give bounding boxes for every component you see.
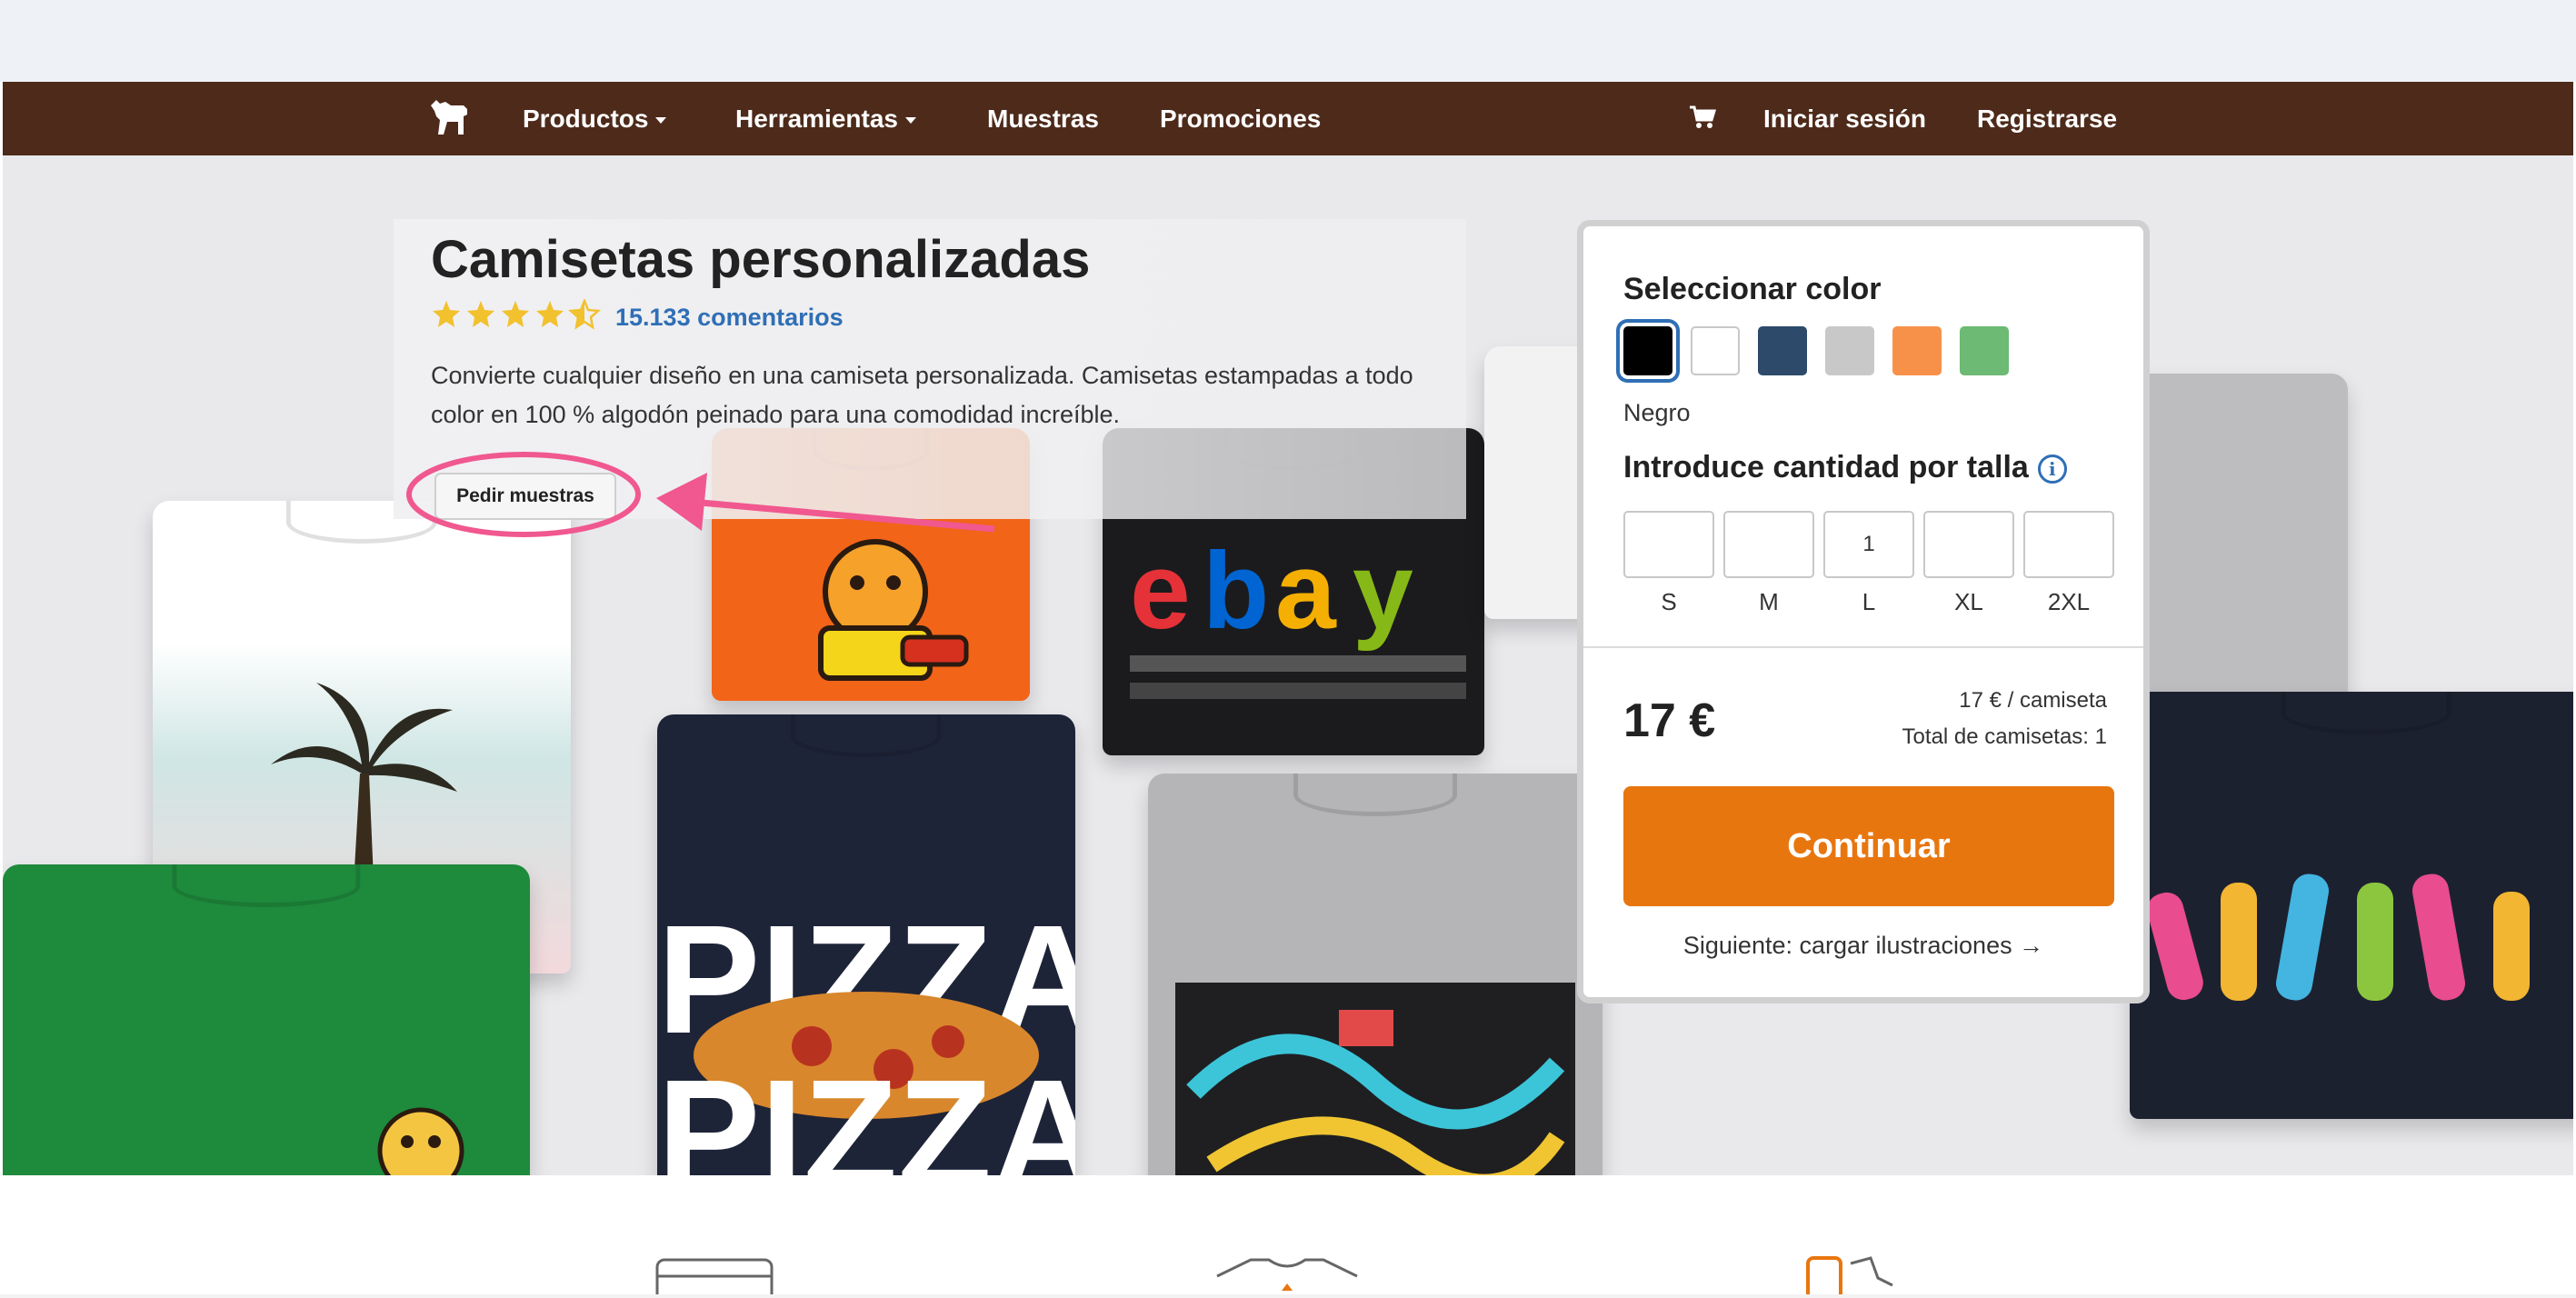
qty-input-xl[interactable] xyxy=(1923,511,2014,578)
login-link[interactable]: Iniciar sesión xyxy=(1763,82,1926,155)
card-icon xyxy=(655,1258,774,1298)
size-label-s: S xyxy=(1661,588,1677,615)
hero-banner: e b a y PIZZA PIZZA xyxy=(3,155,2573,1175)
swatch-white[interactable] xyxy=(1691,326,1740,375)
horse-logo-icon[interactable] xyxy=(427,96,471,138)
main-navbar: Productos Herramientas Muestras Promocio… xyxy=(3,82,2573,155)
qty-input-2xl[interactable] xyxy=(2023,511,2114,578)
footer-rule xyxy=(0,1294,2576,1298)
nav-productos-label: Productos xyxy=(523,105,649,133)
shirt-graffiti xyxy=(1148,774,1603,1175)
swatch-grey[interactable] xyxy=(1825,326,1874,375)
qty-input-m[interactable] xyxy=(1723,511,1814,578)
swatch-navy[interactable] xyxy=(1758,326,1807,375)
nav-muestras[interactable]: Muestras xyxy=(987,82,1099,155)
quantity-heading-text: Introduce cantidad por talla xyxy=(1623,450,2029,484)
price-total: 17 € xyxy=(1623,694,1716,747)
graffiti-graphic xyxy=(1175,983,1575,1175)
next-step-link[interactable]: Siguiente: cargar ilustraciones → xyxy=(1583,932,2143,960)
swatch-orange[interactable] xyxy=(1892,326,1942,375)
rating-stars-icon xyxy=(433,299,602,330)
size-label-xl: XL xyxy=(1954,588,1983,615)
svg-text:a: a xyxy=(1275,537,1337,652)
qty-input-s[interactable] xyxy=(1623,511,1714,578)
shirt-sprinkles xyxy=(2130,692,2573,1119)
pizza-graphic: PIZZA PIZZA xyxy=(657,896,1075,1175)
order-panel: Seleccionar color Negro Introduce cantid… xyxy=(1577,220,2150,1003)
register-link[interactable]: Registrarse xyxy=(1977,82,2117,155)
shirt-pizza: PIZZA PIZZA xyxy=(657,714,1075,1175)
select-color-heading: Seleccionar color xyxy=(1623,272,1882,306)
ebay-graphic: e b a y xyxy=(1130,537,1466,699)
continue-button[interactable]: Continuar xyxy=(1623,786,2114,906)
phone-icon xyxy=(1806,1256,1893,1298)
size-label-l: L xyxy=(1862,588,1876,615)
page-title: Camisetas personalizadas xyxy=(431,230,1091,289)
swatch-black[interactable] xyxy=(1623,326,1672,375)
selected-color-name: Negro xyxy=(1623,399,1691,426)
unit-price: 17 € / camiseta xyxy=(1959,688,2107,713)
svg-text:b: b xyxy=(1203,537,1269,652)
chevron-down-icon xyxy=(904,117,916,125)
size-label-m: M xyxy=(1759,588,1779,615)
reviews-link[interactable]: 15.133 comentarios xyxy=(615,304,844,332)
nav-herramientas-label: Herramientas xyxy=(735,105,898,133)
tshirt-icon xyxy=(1216,1258,1358,1291)
shirt-count: Total de camisetas: 1 xyxy=(1902,724,2107,749)
svg-text:y: y xyxy=(1353,537,1413,652)
nav-herramientas[interactable]: Herramientas xyxy=(735,82,916,155)
dog-graphic xyxy=(377,1107,464,1175)
quantity-heading: Introduce cantidad por talla i xyxy=(1623,450,2067,485)
svg-text:PIZZA: PIZZA xyxy=(657,1048,1075,1175)
panel-divider xyxy=(1583,646,2143,648)
svg-text:e: e xyxy=(1130,537,1191,652)
swatch-green[interactable] xyxy=(1960,326,2009,375)
chevron-down-icon xyxy=(655,117,667,125)
top-strip xyxy=(0,0,2576,82)
tiger-graphic xyxy=(818,539,969,681)
qty-input-l[interactable]: 1 xyxy=(1823,511,1914,578)
size-label-2xl: 2XL xyxy=(2047,588,2091,615)
product-description: Convierte cualquier diseño en una camise… xyxy=(431,362,1413,428)
sprinkles-graphic xyxy=(2148,874,2530,1001)
cart-icon[interactable] xyxy=(1689,105,1716,130)
nav-promociones[interactable]: Promociones xyxy=(1160,82,1321,155)
order-samples-button[interactable]: Pedir muestras xyxy=(434,473,616,520)
shirt-green xyxy=(3,864,530,1175)
info-icon[interactable]: i xyxy=(2037,454,2067,484)
nav-productos[interactable]: Productos xyxy=(523,82,667,155)
